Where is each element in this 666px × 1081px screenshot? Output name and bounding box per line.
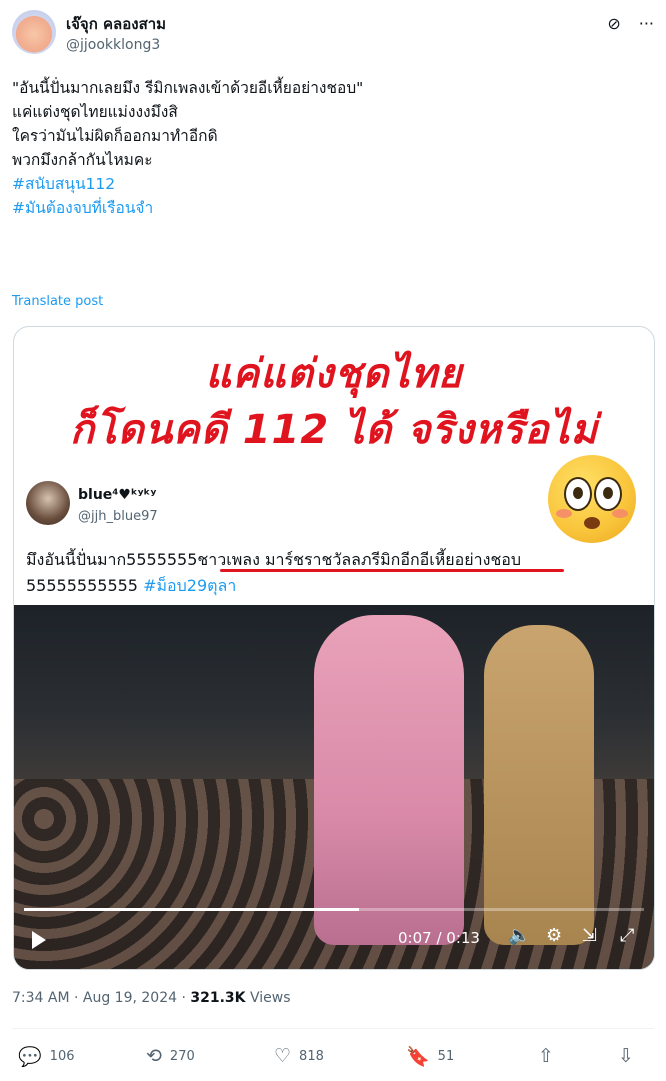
bookmark-count: 51 bbox=[437, 1049, 455, 1064]
post-text: "อันนี้ปั่นมากเลยมึง รีมิกเพลงเข้าด้วยอี… bbox=[12, 76, 652, 220]
share-button[interactable]: ⇧ bbox=[538, 1045, 554, 1067]
download-button[interactable]: ⇩ bbox=[618, 1045, 634, 1067]
top-actions: ⊘ ··· bbox=[607, 14, 654, 33]
media-card[interactable]: แค่แต่งชุดไทย ก็โดนคดี 112 ได้ จริงหรือไ… bbox=[13, 326, 655, 970]
headline-line-2: ก็โดนคดี 112 ได้ จริงหรือไม่ bbox=[70, 407, 598, 453]
video-progress-bar[interactable] bbox=[24, 908, 644, 911]
hashtag-link[interactable]: #มันต้องจบที่เรือนจำ bbox=[12, 196, 652, 220]
like-count: 818 bbox=[299, 1048, 324, 1064]
quoted-name: blue⁴♥ᵏʸᵏʸ bbox=[78, 487, 157, 503]
fullscreen-icon[interactable]: ⤢ bbox=[620, 925, 634, 946]
heart-icon: ♡ bbox=[274, 1045, 292, 1067]
video-figure bbox=[314, 615, 464, 945]
flushed-face-icon bbox=[548, 455, 636, 543]
play-icon[interactable] bbox=[32, 931, 46, 949]
quoted-text-part: มึงอันนี้ปั่นมาก5555555 bbox=[26, 550, 198, 569]
volume-icon[interactable]: 🔈 bbox=[508, 925, 530, 946]
repost-count: 270 bbox=[169, 1048, 195, 1064]
video-progress-fill bbox=[24, 908, 359, 911]
more-icon[interactable]: ··· bbox=[639, 14, 654, 33]
repost-icon: ⟲ bbox=[146, 1045, 162, 1067]
post-line: ใครว่ามันไม่ผิดก็ออกมาทำอีกดิ bbox=[12, 127, 218, 145]
action-bar: 💬 106 ⟲ 270 ♡ 818 🔖 51 ⇧ ⇩ bbox=[18, 1045, 648, 1071]
reply-button[interactable]: 💬 106 bbox=[18, 1045, 75, 1068]
views-label: Views bbox=[245, 990, 291, 1006]
hashtag-link[interactable]: #สนับสนุน112 bbox=[12, 172, 652, 196]
download-icon: ⇩ bbox=[618, 1045, 634, 1067]
grok-icon[interactable]: ⊘ bbox=[607, 14, 620, 33]
divider bbox=[12, 1028, 654, 1029]
quoted-text-part: 55555555555 bbox=[26, 576, 144, 595]
quoted-text-underlined: ชาวเพลง มาร์ชราชวัลลภรีมิกอีกอีเหี้ยอย่า… bbox=[197, 550, 522, 569]
post-meta: 7:34 AM · Aug 19, 2024 · 321.3K Views bbox=[12, 990, 291, 1006]
like-button[interactable]: ♡ 818 bbox=[274, 1045, 324, 1067]
red-underline bbox=[220, 569, 564, 572]
video-controls: 0:07 / 0:13 🔈 ⚙ ⇲ ⤢ bbox=[14, 923, 654, 957]
bookmark-button[interactable]: 🔖 51 bbox=[406, 1045, 454, 1068]
repost-button[interactable]: ⟲ 270 bbox=[146, 1045, 195, 1067]
view-count: 321.3K bbox=[190, 990, 246, 1006]
video-time: 0:07 / 0:13 bbox=[398, 929, 480, 947]
settings-icon[interactable]: ⚙ bbox=[546, 925, 562, 946]
reply-count: 106 bbox=[49, 1049, 75, 1064]
video-player[interactable]: 0:07 / 0:13 🔈 ⚙ ⇲ ⤢ bbox=[14, 605, 654, 969]
picture-in-picture-icon[interactable]: ⇲ bbox=[582, 925, 597, 946]
quoted-hashtag: #ม็อบ29ตุลา bbox=[143, 576, 237, 595]
headline-line-1: แค่แต่งชุดไทย bbox=[205, 351, 463, 397]
avatar[interactable] bbox=[12, 10, 56, 54]
bookmark-icon: 🔖 bbox=[406, 1046, 430, 1068]
reply-icon: 💬 bbox=[18, 1046, 42, 1068]
author-name[interactable]: เจ๊จุก คลองสาม bbox=[66, 12, 166, 36]
translate-post-link[interactable]: Translate post bbox=[12, 294, 103, 309]
video-figure bbox=[484, 625, 594, 945]
share-icon: ⇧ bbox=[538, 1045, 554, 1067]
quoted-avatar bbox=[26, 481, 70, 525]
post-line: "อันนี้ปั่นมากเลยมึง รีมิกเพลงเข้าด้วยอี… bbox=[12, 79, 364, 97]
post-line: แค่แต่งชุดไทยแม่งงงมึงสิ bbox=[12, 103, 178, 121]
post-line: พวกมึงกล้ากันไหมคะ bbox=[12, 151, 153, 169]
author-handle[interactable]: @jjookklong3 bbox=[66, 37, 160, 53]
quoted-text: มึงอันนี้ปั่นมาก5555555ชาวเพลง มาร์ชราชว… bbox=[26, 547, 636, 599]
quoted-handle: @jjh_blue97 bbox=[78, 509, 158, 524]
post-timestamp[interactable]: 7:34 AM · Aug 19, 2024 · bbox=[12, 990, 190, 1006]
